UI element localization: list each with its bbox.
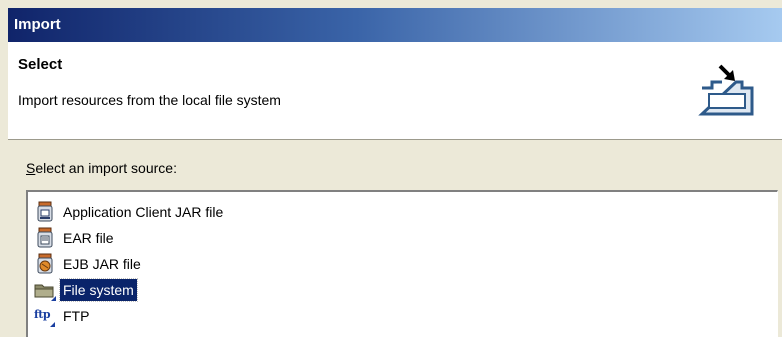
import-dialog: Import Select Import resources from the …	[0, 0, 782, 337]
ftp-icon: ftp	[34, 305, 56, 327]
list-item-file-system[interactable]: File system	[34, 278, 138, 302]
folder-icon	[34, 284, 56, 301]
import-source-label: Select an import source:	[26, 160, 177, 176]
list-item-label: File system	[59, 278, 138, 302]
list-item-label: EJB JAR file	[63, 256, 141, 272]
ftp-arrow-icon	[50, 322, 55, 327]
wizard-body: Select an import source: Application Cli…	[8, 140, 782, 337]
page-title: Select	[18, 56, 63, 73]
list-item-ftp[interactable]: ftp FTP	[34, 304, 92, 328]
title-bar: Import	[8, 8, 782, 42]
ear-file-icon	[37, 227, 53, 248]
ejb-jar-icon	[37, 253, 53, 274]
page-description: Import resources from the local file sys…	[18, 92, 281, 108]
list-item-ejb-jar-file[interactable]: EJB JAR file	[34, 252, 144, 276]
wizard-header: Select Import resources from the local f…	[8, 42, 782, 140]
app-client-jar-icon	[37, 201, 53, 222]
window-title: Import	[14, 16, 61, 33]
list-item-application-client-jar[interactable]: Application Client JAR file	[34, 200, 226, 224]
list-item-label: FTP	[63, 308, 90, 324]
list-item-label: Application Client JAR file	[63, 204, 224, 220]
import-source-label-text: elect an import source:	[35, 160, 177, 176]
import-source-list[interactable]: Application Client JAR file EAR file EJB…	[26, 190, 778, 337]
mnemonic-letter: S	[26, 160, 36, 176]
list-item-label: EAR file	[63, 230, 114, 246]
list-item-ear-file[interactable]: EAR file	[34, 226, 117, 250]
import-banner-icon	[698, 64, 754, 116]
